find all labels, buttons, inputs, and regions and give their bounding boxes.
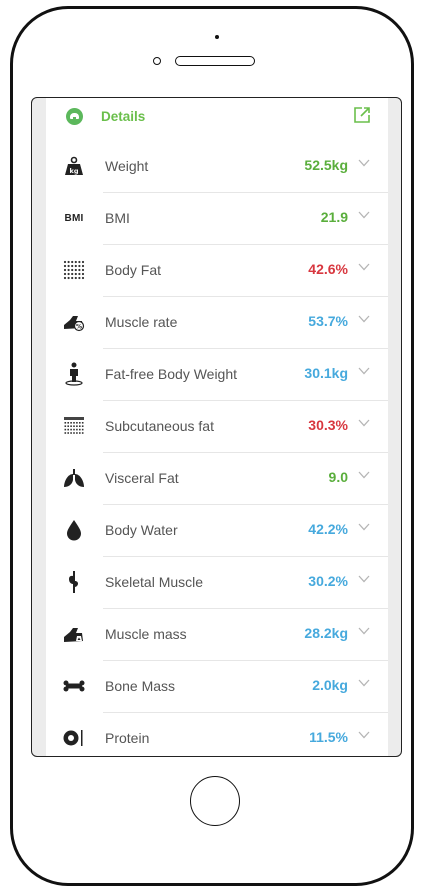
metric-value: 28.2kg — [304, 625, 348, 641]
metric-row-protein[interactable]: Protein 11.5% — [46, 712, 388, 756]
chevron-down-icon[interactable] — [358, 159, 370, 167]
metric-value: 2.0kg — [312, 677, 348, 693]
metric-value: 9.0 — [328, 469, 348, 485]
metric-value: 53.7% — [308, 313, 348, 329]
metric-row-muscle-mass[interactable]: Muscle mass 28.2kg — [46, 608, 388, 660]
chevron-down-icon[interactable] — [358, 211, 370, 219]
fat-free-body-weight-icon — [60, 362, 88, 386]
front-camera — [215, 35, 219, 39]
metric-list: kg Weight 52.5kg BMI BMI 21.9 Body Fat 42.6%% Mu… — [46, 140, 388, 756]
skeletal-muscle-icon — [60, 570, 88, 594]
details-header: Details — [46, 98, 388, 136]
metric-label: Muscle rate — [105, 314, 178, 330]
metric-value: 30.2% — [308, 573, 348, 589]
metric-row-body-water[interactable]: Body Water 42.2% — [46, 504, 388, 556]
body-water-icon — [60, 518, 88, 542]
subcutaneous-fat-icon — [60, 414, 88, 438]
metric-label: Fat-free Body Weight — [105, 366, 238, 382]
metric-row-weight[interactable]: kg Weight 52.5kg — [46, 140, 388, 192]
svg-text:kg: kg — [70, 167, 79, 175]
details-icon — [66, 108, 83, 125]
weight-icon: kg — [60, 154, 88, 178]
visceral-fat-icon — [60, 466, 88, 490]
muscle-mass-icon — [60, 622, 88, 646]
row-divider — [103, 244, 388, 245]
chevron-down-icon[interactable] — [358, 627, 370, 635]
body-fat-icon — [60, 258, 88, 282]
bone-mass-icon — [60, 674, 88, 698]
details-title: Details — [101, 109, 146, 124]
row-divider — [103, 712, 388, 713]
metric-label: Bone Mass — [105, 678, 176, 694]
metric-row-bone-mass[interactable]: Bone Mass 2.0kg — [46, 660, 388, 712]
metric-row-muscle-rate[interactable]: % Muscle rate 53.7% — [46, 296, 388, 348]
row-divider — [103, 192, 388, 193]
metric-row-fat-free-body-weight[interactable]: Fat-free Body Weight 30.1kg — [46, 348, 388, 400]
metric-row-subcutaneous-fat[interactable]: Subcutaneous fat 30.3% — [46, 400, 388, 452]
metric-row-body-fat[interactable]: Body Fat 42.6% — [46, 244, 388, 296]
bmi-icon: BMI — [60, 206, 88, 230]
chevron-down-icon[interactable] — [358, 263, 370, 271]
chevron-down-icon[interactable] — [358, 471, 370, 479]
row-divider — [103, 348, 388, 349]
chevron-down-icon[interactable] — [358, 731, 370, 739]
details-card: Details kg Weight 52.5kg BMI BMI 21.9 Body Fat… — [46, 98, 388, 756]
svg-text:%: % — [76, 324, 82, 331]
proximity-sensor — [153, 57, 161, 65]
app-screen: Details kg Weight 52.5kg BMI BMI 21.9 Body Fat… — [31, 97, 402, 757]
metric-row-visceral-fat[interactable]: Visceral Fat 9.0 — [46, 452, 388, 504]
home-button[interactable] — [190, 776, 240, 826]
row-divider — [103, 452, 388, 453]
metric-label: Subcutaneous fat — [105, 418, 214, 434]
edit-icon[interactable] — [353, 106, 371, 124]
row-divider — [103, 296, 388, 297]
metric-label: Body Fat — [105, 262, 162, 278]
metric-value: 30.1kg — [304, 365, 348, 381]
earpiece-speaker — [175, 56, 255, 66]
row-divider — [103, 504, 388, 505]
metric-label: Visceral Fat — [105, 470, 179, 486]
metric-value: 11.5% — [309, 729, 348, 745]
protein-icon — [60, 726, 88, 750]
chevron-down-icon[interactable] — [358, 575, 370, 583]
metric-value: 30.3% — [308, 417, 348, 433]
chevron-down-icon[interactable] — [358, 523, 370, 531]
metric-label: Skeletal Muscle — [105, 574, 204, 590]
chevron-down-icon[interactable] — [358, 419, 370, 427]
metric-row-skeletal-muscle[interactable]: Skeletal Muscle 30.2% — [46, 556, 388, 608]
chevron-down-icon[interactable] — [358, 679, 370, 687]
row-divider — [103, 660, 388, 661]
metric-value: 42.2% — [308, 521, 348, 537]
metric-value: 21.9 — [320, 209, 348, 225]
chevron-down-icon[interactable] — [358, 315, 370, 323]
metric-label: Weight — [105, 158, 149, 174]
metric-label: Muscle mass — [105, 626, 187, 642]
row-divider — [103, 608, 388, 609]
metric-value: 52.5kg — [304, 157, 348, 173]
metric-value: 42.6% — [308, 261, 348, 277]
chevron-down-icon[interactable] — [358, 367, 370, 375]
metric-label: Protein — [105, 730, 150, 746]
row-divider — [103, 400, 388, 401]
bmi-icon-text: BMI — [64, 212, 84, 224]
metric-row-bmi[interactable]: BMI BMI 21.9 — [46, 192, 388, 244]
metric-label: Body Water — [105, 522, 178, 538]
metric-label: BMI — [105, 210, 130, 226]
row-divider — [103, 556, 388, 557]
muscle-rate-icon: % — [60, 310, 88, 334]
